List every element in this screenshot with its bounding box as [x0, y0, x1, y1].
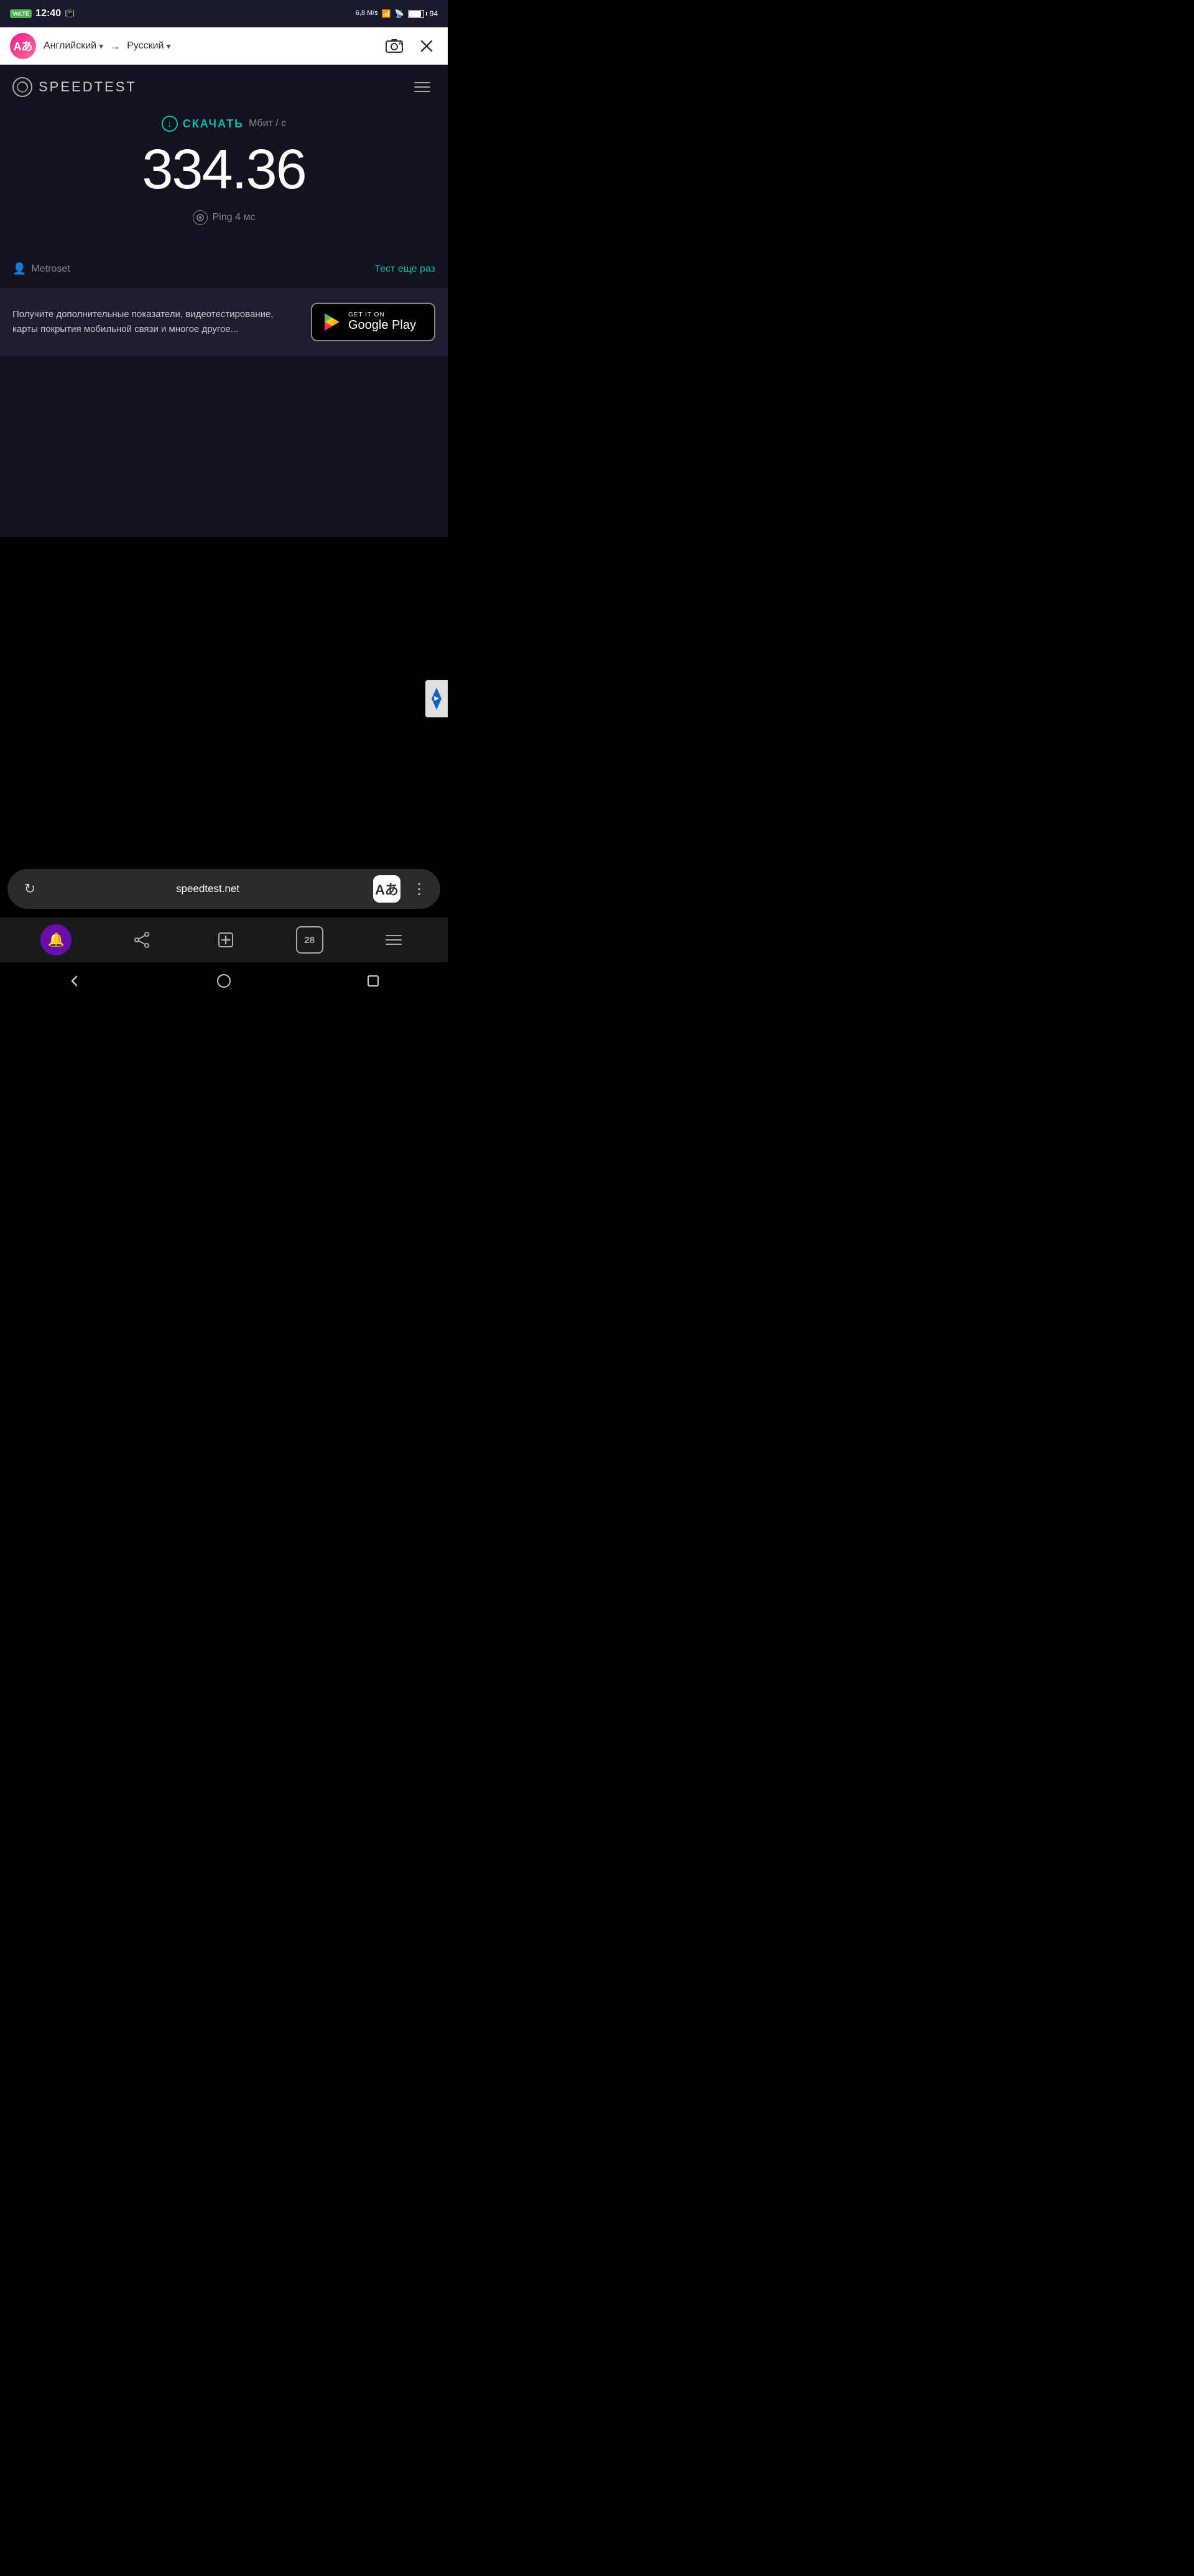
get-it-on-label: GET IT ON — [348, 311, 416, 318]
target-language-selector[interactable]: Русский ▾ — [127, 40, 170, 52]
translate-icons: A — [383, 35, 438, 57]
google-play-text-wrapper: GET IT ON Google Play — [348, 311, 416, 333]
download-icon: ↓ — [162, 116, 178, 132]
battery-indicator: 94 — [408, 9, 438, 18]
promo-text: Получите дополнительные показатели, виде… — [12, 307, 298, 337]
more-icon: ⋮ — [412, 880, 427, 898]
speed-result-section: ↓ СКАЧАТЬ Мбит / с 334.36 Ping 4 мс — [0, 97, 448, 256]
speedtest-logo: SPEEDTEST — [12, 77, 137, 97]
menu-line-3 — [386, 944, 402, 945]
tabs-button[interactable]: 28 — [296, 926, 323, 954]
target-lang-chevron: ▾ — [166, 41, 170, 52]
tabs-count: 28 — [304, 935, 315, 945]
download-unit: Мбит / с — [249, 118, 286, 129]
download-text: СКАЧАТЬ — [183, 117, 244, 131]
menu-line-1 — [386, 935, 402, 936]
hamburger-line-1 — [414, 82, 430, 83]
back-icon — [67, 973, 82, 988]
system-home-button[interactable] — [210, 967, 238, 995]
source-lang-chevron: ▾ — [99, 41, 103, 52]
volte-badge: VoLTE — [10, 9, 32, 18]
share-icon — [133, 931, 150, 949]
svg-text:A: A — [399, 40, 402, 46]
camera-translate-button[interactable]: A — [383, 35, 405, 57]
menu-button[interactable] — [409, 77, 435, 97]
browser-url-display[interactable]: speedtest.net — [50, 883, 366, 895]
system-nav — [0, 962, 448, 1000]
ping-section: Ping 4 мс — [193, 210, 256, 225]
status-time: 12:40 — [35, 8, 61, 19]
google-play-button[interactable]: GET IT ON Google Play — [311, 303, 435, 341]
new-tab-button[interactable] — [212, 926, 239, 954]
translation-bar: Aあ Английский ▾ → Русский ▾ A — [0, 27, 448, 65]
server-retry-row: 👤 Metroset Тест еще раз — [0, 256, 448, 288]
promo-section: Получите дополнительные показатели, виде… — [0, 288, 448, 356]
new-tab-icon — [217, 931, 234, 949]
ping-icon — [193, 210, 208, 225]
ad-badge: ▶ — [425, 680, 448, 717]
svg-text:▶: ▶ — [434, 695, 440, 701]
nav-row: 🔔 28 — [0, 918, 448, 962]
translate-avatar: Aあ — [10, 33, 36, 59]
vibrate-icon: 📳 — [65, 9, 75, 19]
speedtest-header: SPEEDTEST — [0, 65, 448, 97]
home-circle-icon — [217, 974, 231, 988]
server-icon: 👤 — [12, 262, 26, 275]
browser-content: SPEEDTEST ↓ СКАЧАТЬ Мбит / с 334.36 Ping… — [0, 65, 448, 537]
signal-icon: 📡 — [395, 9, 404, 18]
server-name: Metroset — [31, 264, 70, 275]
translation-langs: Английский ▾ → Русский ▾ — [44, 40, 376, 53]
speed-indicator: 6,8 M/s — [356, 9, 378, 17]
target-lang-label: Русский — [127, 40, 164, 52]
browser-more-button[interactable]: ⋮ — [408, 878, 430, 900]
download-label: ↓ СКАЧАТЬ Мбит / с — [162, 116, 286, 132]
browser-menu-button[interactable] — [380, 926, 407, 954]
retry-test-button[interactable]: Тест еще раз — [374, 264, 435, 275]
status-bar: VoLTE 12:40 📳 6,8 M/s 📶 📡 94 — [0, 0, 448, 27]
google-play-label: Google Play — [348, 318, 416, 333]
share-button[interactable] — [128, 926, 155, 954]
ping-value: Ping 4 мс — [213, 212, 256, 223]
wifi-icon: 📶 — [382, 9, 391, 18]
speedtest-logo-icon — [12, 77, 32, 97]
hamburger-line-2 — [414, 86, 430, 88]
lang-arrow: → — [109, 40, 121, 53]
speed-value: 334.36 — [142, 142, 305, 198]
browser-bottom-bar: ↻ speedtest.net Aあ ⋮ — [7, 869, 440, 909]
translate-icon: Aあ — [375, 879, 399, 899]
system-recents-button[interactable] — [359, 967, 387, 995]
speedtest-logo-text: SPEEDTEST — [39, 79, 137, 95]
browser-translate-button[interactable]: Aあ — [373, 875, 400, 903]
source-language-selector[interactable]: Английский ▾ — [44, 40, 103, 52]
menu-line-2 — [386, 939, 402, 941]
system-back-button[interactable] — [61, 967, 88, 995]
close-translation-button[interactable] — [415, 35, 438, 57]
ad-area: ▶ — [0, 537, 448, 860]
server-info: 👤 Metroset — [12, 262, 70, 275]
home-icon: 🔔 — [48, 932, 65, 948]
browser-refresh-button[interactable]: ↻ — [17, 876, 42, 901]
refresh-icon: ↻ — [24, 881, 35, 897]
source-lang-label: Английский — [44, 40, 96, 52]
home-button[interactable]: 🔔 — [40, 924, 72, 955]
recents-square-icon — [368, 975, 379, 987]
hamburger-line-3 — [414, 91, 430, 92]
